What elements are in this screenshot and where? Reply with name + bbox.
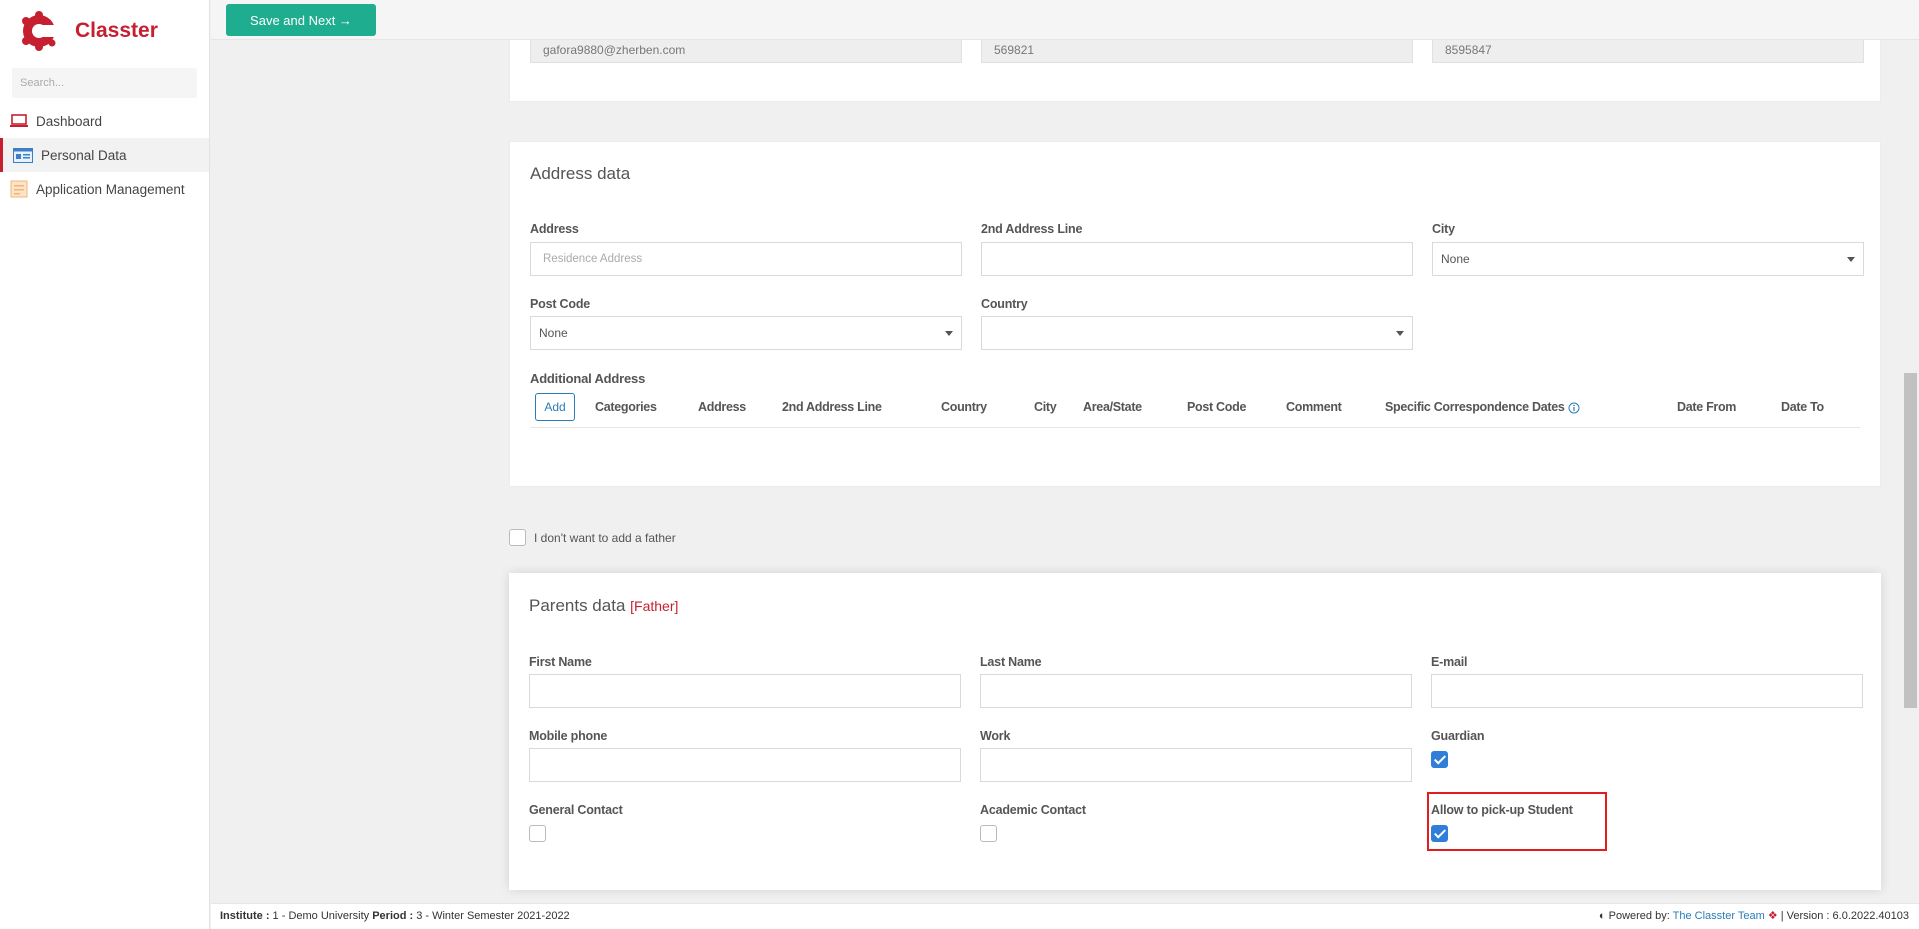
sidebar: Classter Search... Dashboard Personal Da…	[0, 0, 210, 929]
app-name: Classter	[75, 19, 158, 42]
no-father-checkbox[interactable]	[509, 529, 526, 546]
first-name-label: First Name	[529, 655, 592, 669]
column-header-date-to[interactable]: Date To	[1781, 400, 1824, 414]
city-select[interactable]: None	[1432, 242, 1864, 276]
main-content: gafora9880@zherben.com 569821 8595847 Ad…	[211, 40, 1903, 903]
institute-value: 1 - Demo University	[269, 910, 373, 922]
no-father-option[interactable]: I don't want to add a father	[509, 529, 676, 546]
column-header-categories[interactable]: Categories	[595, 400, 657, 414]
country-select[interactable]	[981, 316, 1413, 350]
additional-address-label: Additional Address	[530, 371, 646, 386]
column-header-comment[interactable]: Comment	[1286, 400, 1342, 414]
email-input[interactable]	[1431, 674, 1863, 708]
column-header-area-state[interactable]: Area/State	[1083, 400, 1142, 414]
allow-pickup-checkbox[interactable]	[1431, 825, 1448, 842]
academic-contact-checkbox[interactable]	[980, 825, 997, 842]
general-contact-checkbox[interactable]	[529, 825, 546, 842]
general-contact-label: General Contact	[529, 803, 623, 817]
phone-readonly-field: 569821	[981, 40, 1413, 63]
address-card: Address data Address Residence Address 2…	[509, 141, 1881, 487]
address-card-title: Address data	[530, 164, 631, 183]
post-code-value: None	[539, 326, 568, 340]
application-icon	[9, 180, 29, 198]
classter-small-logo-icon: ❖	[1767, 910, 1778, 922]
sidebar-nav: Dashboard Personal Data Application Mana…	[0, 104, 209, 206]
sidebar-item-dashboard[interactable]: Dashboard	[0, 104, 209, 138]
footer-credits: ◐ Powered by: The Classter Team ❖ | Vers…	[1599, 904, 1909, 928]
city-label: City	[1432, 222, 1455, 236]
footer-context: Institute : 1 - Demo University Period :…	[220, 904, 570, 928]
save-and-next-button[interactable]: Save and Next →	[226, 4, 376, 36]
last-name-label: Last Name	[980, 655, 1042, 669]
country-label: Country	[981, 297, 1028, 311]
institute-label: Institute :	[220, 910, 270, 922]
address-input[interactable]: Residence Address	[530, 242, 962, 276]
parents-card: Parents data [Father] First Name Last Na…	[509, 573, 1881, 890]
post-code-label: Post Code	[530, 297, 591, 311]
work-input[interactable]	[980, 748, 1412, 782]
address-line2-label: 2nd Address Line	[981, 222, 1083, 236]
mobile-phone-label: Mobile phone	[529, 729, 608, 743]
period-value: 3 - Winter Semester 2021-2022	[413, 910, 570, 922]
highlight-box	[1427, 792, 1607, 851]
vertical-scrollbar[interactable]	[1903, 40, 1919, 903]
table-divider	[530, 427, 1860, 428]
no-father-label: I don't want to add a father	[534, 530, 676, 545]
parent-type-tag: [Father]	[630, 598, 679, 614]
add-address-button[interactable]: Add	[535, 393, 575, 421]
top-toolbar: Save and Next →	[211, 0, 1919, 40]
laptop-icon	[9, 113, 29, 129]
work-label: Work	[980, 729, 1011, 743]
mobile-phone-input[interactable]	[529, 748, 961, 782]
caret-down-icon	[945, 331, 953, 336]
classter-logo-icon	[22, 11, 57, 51]
mobile-readonly-field: 8595847	[1432, 40, 1864, 63]
powered-by-label: Powered by:	[1608, 910, 1670, 922]
academic-contact-label: Academic Contact	[980, 803, 1086, 817]
sidebar-item-label: Dashboard	[36, 113, 103, 129]
id-card-icon	[13, 147, 33, 163]
period-label: Period :	[372, 910, 414, 922]
guardian-label: Guardian	[1431, 729, 1485, 743]
email-label: E-mail	[1431, 655, 1468, 669]
scrollbar-thumb[interactable]	[1904, 373, 1917, 708]
address-line2-input[interactable]	[981, 242, 1413, 276]
logo[interactable]: Classter	[0, 0, 209, 62]
version-label: | Version : 6.0.2022.40103	[1780, 910, 1909, 922]
copyright-icon: ◐	[1598, 910, 1606, 922]
parents-title-text: Parents data	[529, 596, 626, 615]
email-readonly-field: gafora9880@zherben.com	[530, 40, 962, 63]
column-header-date-from[interactable]: Date From	[1677, 400, 1736, 414]
column-header-post-code[interactable]: Post Code	[1187, 400, 1246, 414]
info-icon[interactable]	[1568, 402, 1580, 414]
last-name-input[interactable]	[980, 674, 1412, 708]
classter-team-link[interactable]: The Classter Team	[1673, 910, 1765, 922]
first-name-input[interactable]	[529, 674, 961, 708]
sidebar-item-personal-data[interactable]: Personal Data	[0, 138, 209, 172]
parents-card-title: Parents data [Father]	[529, 596, 678, 616]
sidebar-item-label: Application Management	[36, 181, 185, 197]
caret-down-icon	[1847, 257, 1855, 262]
contact-card: gafora9880@zherben.com 569821 8595847	[509, 40, 1881, 102]
address-label: Address	[530, 222, 579, 236]
sidebar-item-label: Personal Data	[41, 147, 127, 163]
guardian-checkbox[interactable]	[1431, 751, 1448, 768]
column-header-address[interactable]: Address	[698, 400, 746, 414]
column-header-city[interactable]: City	[1034, 400, 1057, 414]
post-code-select[interactable]: None	[530, 316, 962, 350]
column-header-address-line2[interactable]: 2nd Address Line	[782, 400, 882, 414]
sidebar-item-application-management[interactable]: Application Management	[0, 172, 209, 206]
sidebar-search-input[interactable]: Search...	[12, 68, 197, 98]
city-value: None	[1441, 252, 1470, 266]
footer: Institute : 1 - Demo University Period :…	[211, 903, 1919, 929]
column-header-country[interactable]: Country	[941, 400, 987, 414]
column-header-specific-dates[interactable]: Specific Correspondence Dates	[1385, 400, 1565, 414]
caret-down-icon	[1396, 331, 1404, 336]
allow-pickup-label: Allow to pick-up Student	[1431, 803, 1573, 817]
